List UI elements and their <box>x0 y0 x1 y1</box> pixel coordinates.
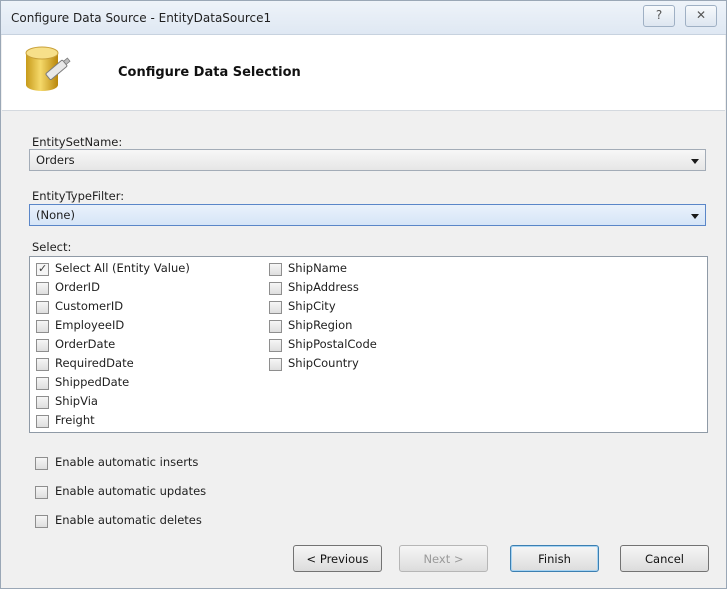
checkbox[interactable] <box>36 377 49 390</box>
previous-button[interactable]: < Previous <box>293 545 382 572</box>
checkbox[interactable] <box>36 282 49 295</box>
entityset-label: EntitySetName: <box>32 135 123 149</box>
list-item-label: Freight <box>55 413 95 427</box>
typefilter-label: EntityTypeFilter: <box>32 189 125 203</box>
list-item-label: ShipCountry <box>288 356 359 370</box>
page-title: Configure Data Selection <box>118 65 301 80</box>
enable-inserts-label: Enable automatic inserts <box>55 455 199 469</box>
chevron-down-icon <box>691 214 699 219</box>
list-item-label: ShipAddress <box>288 280 359 294</box>
list-item-label: CustomerID <box>55 299 124 313</box>
checkbox[interactable] <box>36 415 49 428</box>
entityset-value: Orders <box>36 153 75 167</box>
dialog-window: Configure Data Source - EntityDataSource… <box>0 0 727 589</box>
close-icon: ✕ <box>695 8 707 22</box>
checkbox[interactable] <box>269 358 282 371</box>
checkbox[interactable] <box>269 320 282 333</box>
help-icon: ? <box>655 8 663 22</box>
checkbox[interactable] <box>269 339 282 352</box>
help-button[interactable]: ? <box>643 5 675 27</box>
list-item-label: OrderDate <box>55 337 116 351</box>
enable-updates-checkbox[interactable] <box>35 486 48 499</box>
check-icon: ✓ <box>38 262 48 275</box>
checkbox-checked[interactable]: ✓ <box>36 262 49 276</box>
cancel-button[interactable]: Cancel <box>620 545 709 572</box>
list-item-label: EmployeeID <box>55 318 125 332</box>
list-item-label: ShipRegion <box>288 318 353 332</box>
list-item-label: ShipName <box>288 261 348 275</box>
enable-deletes-checkbox[interactable] <box>35 515 48 528</box>
enable-inserts-checkbox[interactable] <box>35 457 48 470</box>
checkbox[interactable] <box>36 339 49 352</box>
list-item-label: ShipPostalCode <box>288 337 377 351</box>
entityset-dropdown[interactable]: Orders <box>29 149 706 171</box>
title-bar: Configure Data Source - EntityDataSource… <box>1 1 726 35</box>
typefilter-value: (None) <box>36 208 75 222</box>
checkbox[interactable] <box>269 263 282 276</box>
checkbox[interactable] <box>269 282 282 295</box>
checkbox[interactable] <box>36 320 49 333</box>
database-icon <box>25 46 71 91</box>
chevron-down-icon <box>691 159 699 164</box>
select-label: Select: <box>32 240 72 254</box>
finish-button[interactable]: Finish <box>510 545 599 572</box>
enable-updates-label: Enable automatic updates <box>55 484 207 498</box>
list-item-label: OrderID <box>55 280 100 294</box>
checkbox[interactable] <box>36 358 49 371</box>
list-item-label: ShipVia <box>55 394 98 408</box>
wizard-header: Configure Data Selection <box>2 35 725 111</box>
close-button[interactable]: ✕ <box>685 5 717 27</box>
checkbox[interactable] <box>36 396 49 409</box>
enable-deletes-label: Enable automatic deletes <box>55 513 202 527</box>
next-button[interactable]: Next > <box>399 545 488 572</box>
list-item-label: ShipCity <box>288 299 336 313</box>
list-item-label: RequiredDate <box>55 356 134 370</box>
list-item-label: Select All (Entity Value) <box>55 261 190 275</box>
typefilter-dropdown[interactable]: (None) <box>29 204 706 226</box>
checkbox[interactable] <box>269 301 282 314</box>
list-item-label: ShippedDate <box>55 375 130 389</box>
window-title: Configure Data Source - EntityDataSource… <box>11 11 272 25</box>
checkbox[interactable] <box>36 301 49 314</box>
select-listbox[interactable]: ✓ Select All (Entity Value) OrderID Cust… <box>29 256 708 433</box>
